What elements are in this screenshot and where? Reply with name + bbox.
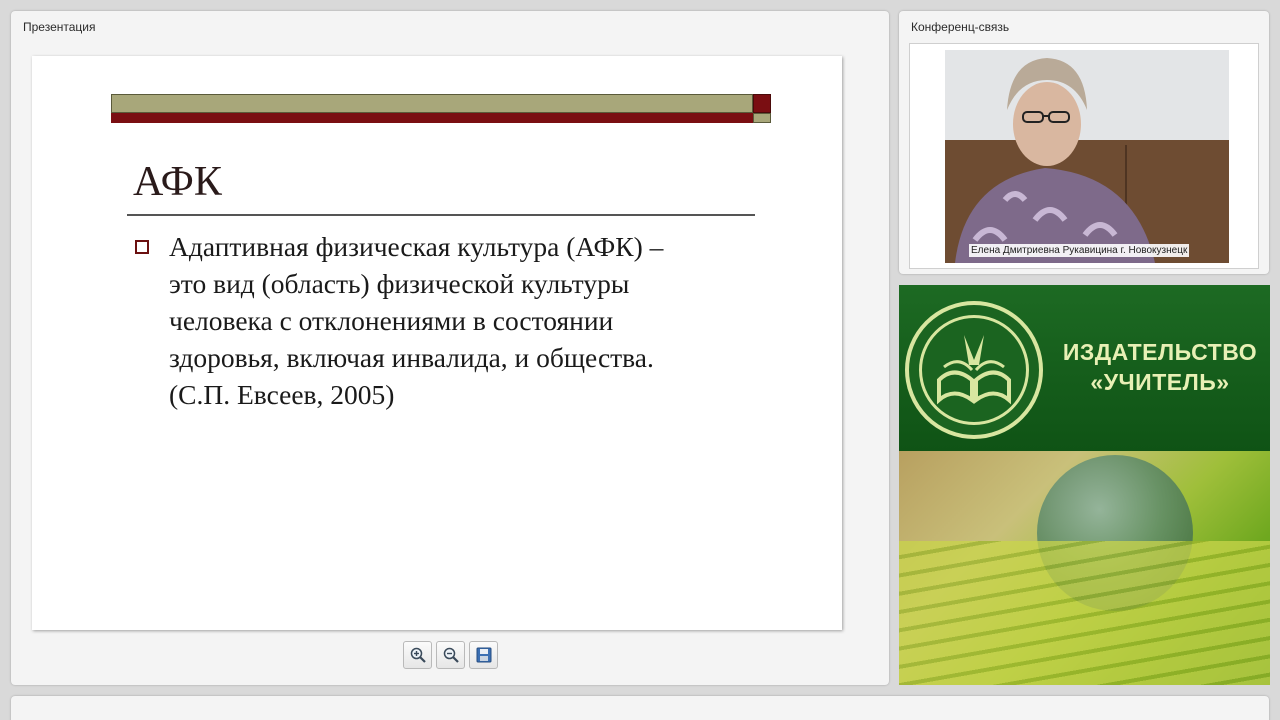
bullet-line: человека с отклонениями в состоянии xyxy=(169,305,614,336)
book-emblem-icon xyxy=(937,335,1011,405)
banner-header: ИЗДАТЕЛЬСТВО «УЧИТЕЛЬ» xyxy=(899,285,1270,451)
slide-bullet-text: Адаптивная физическая культура (АФК) – э… xyxy=(169,228,769,413)
video-caption: Елена Дмитриевна Рукавицина г. Новокузне… xyxy=(969,244,1190,257)
speaker-silhouette xyxy=(945,50,1229,263)
slide-title: АФК xyxy=(133,159,222,205)
publisher-name-line2: «УЧИТЕЛЬ» xyxy=(1090,369,1230,395)
slide: АФК Адаптивная физическая культура (АФК)… xyxy=(32,56,842,630)
publisher-name: ИЗДАТЕЛЬСТВО «УЧИТЕЛЬ» xyxy=(1057,337,1263,397)
conference-panel: Конференц-связь Елена Дмитриевна Рукавиц… xyxy=(899,11,1269,274)
slide-header-accent-small xyxy=(753,113,771,123)
save-icon xyxy=(476,647,491,663)
slide-toolbar xyxy=(403,641,498,669)
bottom-panel xyxy=(11,696,1269,720)
bullet-line: это вид (область) физической культуры xyxy=(169,268,630,299)
bullet-square-icon xyxy=(135,240,149,254)
webcam-video[interactable]: Елена Дмитриевна Рукавицина г. Новокузне… xyxy=(945,50,1229,263)
zoom-in-icon xyxy=(410,647,426,663)
publisher-name-line1: ИЗДАТЕЛЬСТВО xyxy=(1062,339,1258,365)
zoom-in-button[interactable] xyxy=(403,641,432,669)
conference-panel-title: Конференц-связь xyxy=(911,20,1010,34)
bullet-line: Адаптивная физическая культура (АФК) – xyxy=(169,231,664,262)
save-button[interactable] xyxy=(469,641,498,669)
bullet-line: здоровья, включая инвалида, и общества. xyxy=(169,342,654,373)
banner-photo xyxy=(899,451,1270,685)
slide-header-underbar xyxy=(111,113,753,123)
books-image xyxy=(899,541,1270,685)
slide-header-bar xyxy=(111,94,753,113)
presentation-panel-title: Презентация xyxy=(23,20,96,34)
slide-header-accent xyxy=(753,94,771,113)
presentation-panel: Презентация АФК Адаптивная физическая ку… xyxy=(11,11,889,685)
video-frame: Елена Дмитриевна Рукавицина г. Новокузне… xyxy=(909,43,1259,269)
slide-title-rule xyxy=(127,214,755,216)
publisher-logo xyxy=(905,301,1043,439)
zoom-out-button[interactable] xyxy=(436,641,465,669)
publisher-banner[interactable]: ИЗДАТЕЛЬСТВО «УЧИТЕЛЬ» xyxy=(899,285,1270,685)
bullet-line: (С.П. Евсеев, 2005) xyxy=(169,379,395,410)
zoom-out-icon xyxy=(443,647,459,663)
